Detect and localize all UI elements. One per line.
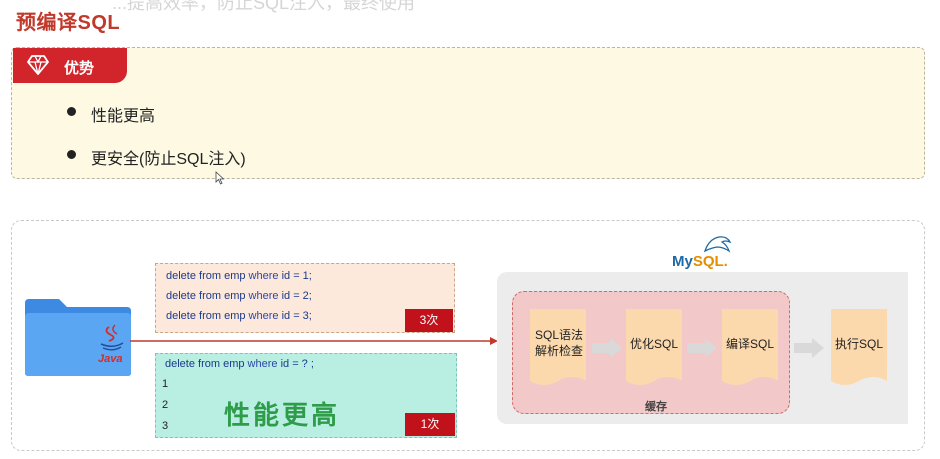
- query-line: delete from emp where id = 3;: [166, 310, 312, 322]
- plain-count-badge: 3次: [405, 309, 453, 332]
- java-label: Java: [98, 353, 123, 365]
- prepared-count-badge: 1次: [405, 413, 455, 436]
- arrow-right-icon: [687, 338, 717, 358]
- request-arrow: [130, 337, 498, 345]
- arrow-right-icon: [794, 338, 824, 358]
- step-compile-label: 编译SQL: [725, 337, 774, 351]
- param-row: 2: [162, 399, 169, 411]
- prepared-query-line: delete from emp where id = ? ;: [165, 358, 314, 370]
- page-title: 预编译SQL: [16, 12, 121, 34]
- step-parse-label: SQL语法 解析检查: [534, 328, 583, 358]
- query-line: delete from emp where id = 1;: [166, 270, 312, 282]
- step-optimize-label: 优化SQL: [629, 337, 678, 351]
- query-line: delete from emp where id = 2;: [166, 290, 312, 302]
- arrow-right-icon: [592, 338, 622, 358]
- param-row: 3: [162, 420, 169, 432]
- mysql-logo: MySQL.: [672, 253, 728, 270]
- performance-text: 性能更高: [224, 401, 341, 431]
- advantage-item: 性能更高: [91, 108, 156, 125]
- java-folder-icon: [25, 299, 131, 376]
- diamond-icon: [27, 55, 49, 75]
- bullet-icon: [67, 150, 76, 159]
- cut-off-text: ...提高效率，防止SQL注入，最终使用: [112, 0, 416, 13]
- advantage-item: 更安全(防止SQL注入): [91, 151, 246, 168]
- step-execute-label: 执行SQL: [834, 337, 883, 351]
- cursor-icon: [215, 171, 225, 185]
- bullet-icon: [67, 107, 76, 116]
- advantages-label: 优势: [64, 60, 95, 77]
- cache-label: 缓存: [645, 401, 667, 413]
- dolphin-icon: [703, 236, 732, 253]
- param-row: 1: [162, 378, 169, 390]
